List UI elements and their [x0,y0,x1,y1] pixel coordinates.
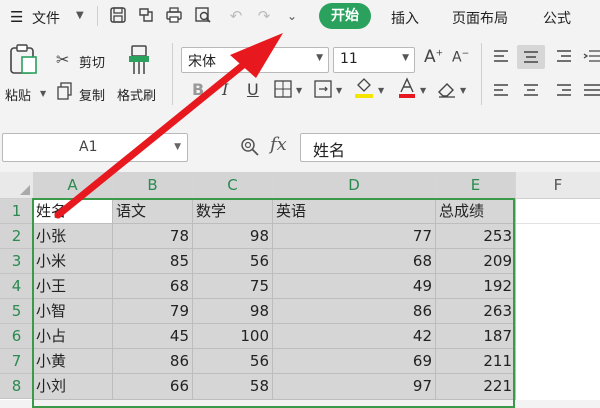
annotation-arrow [54,33,283,219]
